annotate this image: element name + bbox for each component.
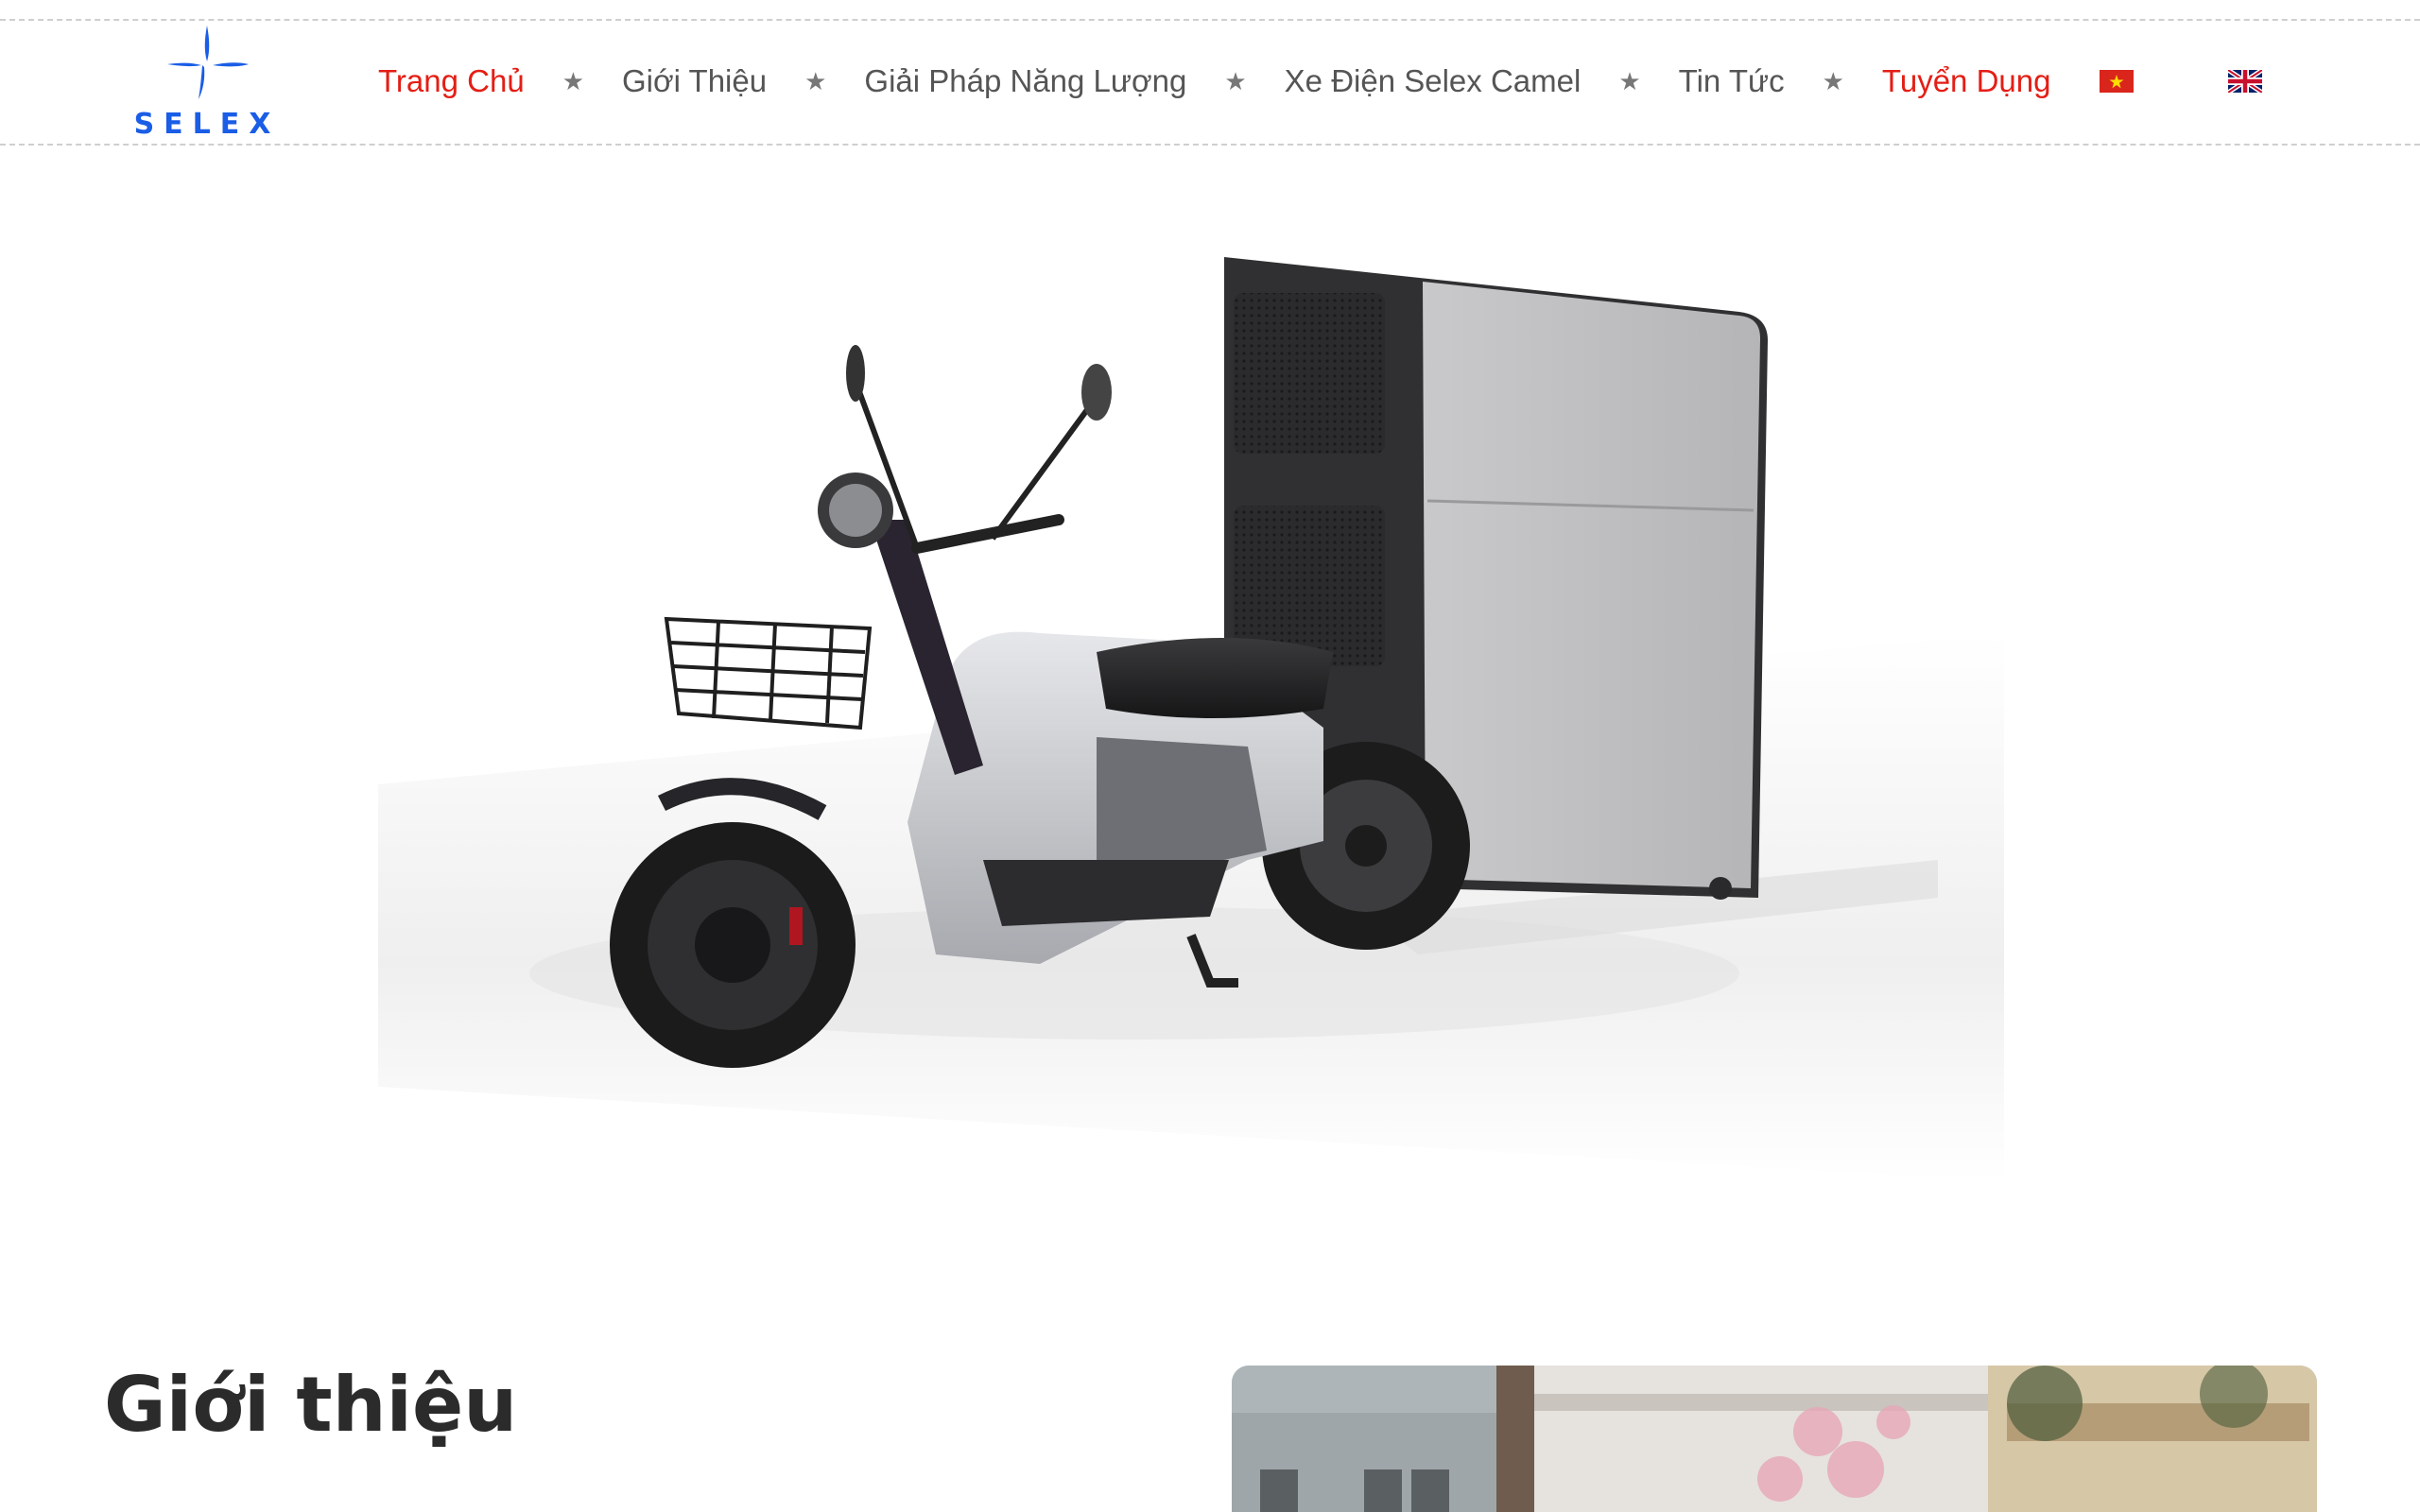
selex-logo[interactable]: SELEX	[107, 24, 307, 141]
nav-item-home[interactable]: Trang Chủ	[367, 63, 536, 99]
about-heading: Giới thiệu	[104, 1361, 518, 1449]
nav-item-careers[interactable]: Tuyển Dụng	[1871, 63, 2063, 99]
star-separator-icon: ★	[1618, 66, 1641, 95]
site-header: SELEX Trang Chủ ★ Giới Thiệu ★ Giải Pháp…	[0, 0, 2420, 146]
header-bottom-divider	[0, 144, 2420, 146]
vietnam-flag-icon[interactable]	[2100, 70, 2134, 93]
star-separator-icon: ★	[562, 66, 584, 95]
selex-logo-icon: SELEX	[134, 26, 281, 141]
logo-wordmark: SELEX	[134, 108, 281, 139]
header-top-divider	[0, 19, 2420, 21]
nav-item-energy-solutions[interactable]: Giải Pháp Năng Lượng	[853, 63, 1198, 99]
storefront-photo	[1232, 1366, 2317, 1512]
nav-item-about[interactable]: Giới Thiệu	[611, 63, 778, 99]
star-separator-icon: ★	[1822, 66, 1844, 95]
main-nav: Trang Chủ ★ Giới Thiệu ★ Giải Pháp Năng …	[367, 57, 2062, 106]
uk-flag-icon[interactable]	[2226, 67, 2264, 95]
electric-cargo-scooter-image	[378, 236, 2004, 1200]
nav-item-news[interactable]: Tin Tức	[1668, 63, 1796, 99]
star-separator-icon: ★	[1224, 66, 1247, 95]
nav-item-selex-camel[interactable]: Xe Điện Selex Camel	[1273, 63, 1593, 99]
star-separator-icon: ★	[804, 66, 827, 95]
